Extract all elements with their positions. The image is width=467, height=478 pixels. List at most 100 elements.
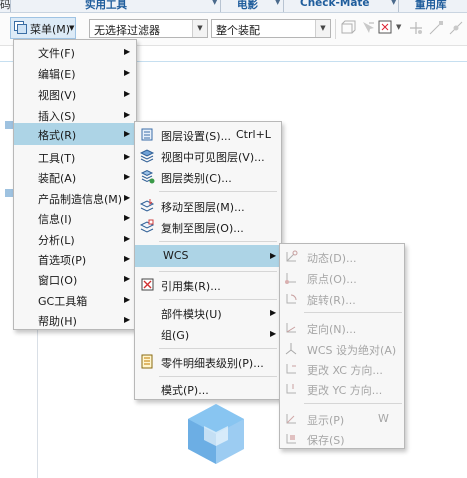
submenu-arrow-icon: ▶ [124, 295, 131, 304]
menu-item-wcs-save[interactable]: 保存(S) [280, 428, 404, 449]
mid-point-icon[interactable] [448, 20, 464, 36]
tab-caret-icon[interactable]: ▼ [391, 0, 396, 6]
menu-item-wcs-dynamic[interactable]: 动态(D)... [280, 246, 404, 267]
ribbon-separator [283, 0, 284, 12]
menu-item-wcs-rotate[interactable]: 旋转(R)... [280, 288, 404, 309]
menu-item-part-module[interactable]: 部件模块(U) ▶ [135, 302, 281, 323]
menu-item-label: 模式(P)... [161, 384, 209, 397]
format-submenu: 图层设置(S)... Ctrl+L 视图中可见图层(V)... 图层类别(C).… [134, 121, 282, 400]
menu-item-format[interactable]: 格式(R) ▶ [14, 123, 136, 145]
snap-point-icon[interactable] [378, 20, 394, 36]
menu-item-edit[interactable]: 编辑(E) ▶ [14, 62, 136, 83]
tab-movie[interactable]: 电影 [237, 0, 258, 12]
menu-item-label: 动态(D)... [307, 252, 357, 265]
layer-category-icon [140, 169, 155, 184]
menu-item-layer-category[interactable]: 图层类别(C)... [135, 166, 281, 187]
tab-caret-icon[interactable]: ▼ [275, 0, 280, 6]
filter-cursor-icon[interactable] [360, 20, 376, 36]
visible-layers-icon [140, 149, 155, 163]
menu-item-label: 装配(A) [38, 172, 77, 185]
menu-item-wcs-absolute[interactable]: WCS 设为绝对(A) [280, 338, 404, 359]
change-yc-icon [286, 384, 296, 394]
menu-button-label: 菜单(M) [30, 23, 71, 36]
menu-item-label: 旋转(R)... [307, 294, 356, 307]
menu-item-layer-settings[interactable]: 图层设置(S)... Ctrl+L [135, 124, 281, 145]
menu-item-assembly[interactable]: 装配(A) ▶ [14, 166, 136, 187]
submenu-arrow-icon: ▶ [270, 329, 277, 338]
menu-item-label: WCS [163, 249, 189, 262]
menu-item-wcs-change-yc[interactable]: 更改 YC 方向... [280, 378, 404, 399]
submenu-arrow-icon: ▶ [124, 213, 131, 222]
menu-item-wcs-display[interactable]: 显示(P) W [280, 408, 404, 429]
menu-item-label: 编辑(E) [38, 68, 76, 81]
wcs-absolute-icon [285, 343, 297, 355]
menu-item-file[interactable]: 文件(F) ▶ [14, 41, 136, 62]
rotate-icon [286, 294, 297, 304]
tab-reuse-library[interactable]: 重用库 [415, 0, 447, 12]
origin-icon [285, 273, 296, 284]
menu-item-label: 视图中可见图层(V)... [161, 151, 265, 164]
wcs-submenu: 动态(D)... 原点(O)... 旋转(R)... 定向(N)... WCS … [279, 243, 405, 449]
ribbon-separator [10, 0, 11, 12]
watermark-cube-logo [188, 404, 244, 464]
menu-item-gc-toolbox[interactable]: GC工具箱 ▶ [14, 289, 136, 310]
chevron-down-icon[interactable]: ▼ [315, 20, 330, 37]
menu-item-wcs-change-xc[interactable]: 更改 XC 方向... [280, 358, 404, 379]
menu-item-label: 定向(N)... [307, 323, 357, 336]
menu-item-label: 部件模块(U) [161, 308, 222, 321]
ribbon-separator [398, 0, 399, 12]
menu-item-wcs-orient[interactable]: 定向(N)... [280, 317, 404, 338]
menu-item-label: 移动至图层(M)... [161, 201, 245, 214]
selection-filter-dropdown[interactable]: 无选择过滤器 ▼ [89, 19, 208, 38]
menu-item-label: 帮助(H) [38, 315, 77, 328]
submenu-arrow-icon: ▶ [124, 89, 131, 98]
menu-item-information[interactable]: 信息(I) ▶ [14, 207, 136, 228]
menu-item-copy-to-layer[interactable]: 复制至图层(O)... [135, 216, 281, 237]
dynamic-wcs-icon [286, 250, 298, 262]
menu-separator [159, 348, 277, 349]
menu-item-parts-list-level[interactable]: 零件明细表级别(P)... [135, 351, 281, 372]
menu-item-reference-set[interactable]: 引用集(R)... [135, 274, 281, 295]
copy-to-layer-icon [140, 219, 155, 233]
selection-filter-value: 无选择过滤器 [94, 24, 160, 37]
menu-item-help[interactable]: 帮助(H) ▶ [14, 309, 136, 330]
menu-separator [159, 241, 277, 242]
toolbar-separator [335, 19, 336, 39]
menu-item-window[interactable]: 窗口(O) ▶ [14, 268, 136, 289]
menu-item-wcs[interactable]: WCS ▶ [135, 245, 281, 267]
submenu-arrow-icon: ▶ [270, 308, 277, 317]
menu-separator [159, 271, 277, 272]
menu-item-view[interactable]: 视图(V) ▶ [14, 83, 136, 104]
chevron-down-icon[interactable]: ▼ [396, 23, 401, 31]
menu-item-wcs-origin[interactable]: 原点(O)... [280, 267, 404, 288]
tab-check-mate[interactable]: Check-Mate [300, 0, 370, 9]
menu-item-preferences[interactable]: 首选项(P) ▶ [14, 248, 136, 269]
menu-item-tools[interactable]: 工具(T) ▶ [14, 146, 136, 167]
ribbon-left-fragment: 码 [0, 0, 11, 11]
end-point-icon[interactable] [428, 20, 444, 36]
tab-caret-icon[interactable]: ▼ [212, 0, 217, 6]
menu-separator [159, 191, 277, 192]
menu-item-group[interactable]: 组(G) ▶ [135, 323, 281, 344]
chevron-down-icon[interactable]: ▼ [192, 20, 207, 37]
menu-item-label: WCS 设为绝对(A) [307, 344, 397, 357]
menu-item-insert[interactable]: 插入(S) ▶ [14, 104, 136, 125]
menu-item-visible-layers-in-view[interactable]: 视图中可见图层(V)... [135, 145, 281, 166]
menu-item-mode[interactable]: 模式(P)... [135, 378, 281, 399]
menu-item-label: 工具(T) [38, 152, 76, 165]
move-to-layer-icon [140, 199, 155, 212]
select-component-icon[interactable] [340, 20, 356, 36]
assembly-scope-dropdown[interactable]: 整个装配 ▼ [211, 19, 331, 38]
point-cross-icon[interactable] [408, 20, 424, 36]
menu-item-analysis[interactable]: 分析(L) ▶ [14, 228, 136, 249]
menu-button[interactable]: 菜单(M) ▼ [10, 17, 76, 39]
menu-item-label: 分析(L) [38, 234, 75, 247]
tab-utilities[interactable]: 实用工具 [85, 0, 127, 12]
menu-item-pmi[interactable]: 产品制造信息(M) ▶ [14, 187, 136, 208]
parts-list-level-icon [141, 354, 153, 369]
menu-separator [159, 299, 277, 300]
menu-separator [304, 312, 402, 313]
menu-item-label: 首选项(P) [38, 254, 87, 267]
assembly-scope-value: 整个装配 [216, 24, 260, 37]
menu-item-move-to-layer[interactable]: 移动至图层(M)... [135, 195, 281, 216]
